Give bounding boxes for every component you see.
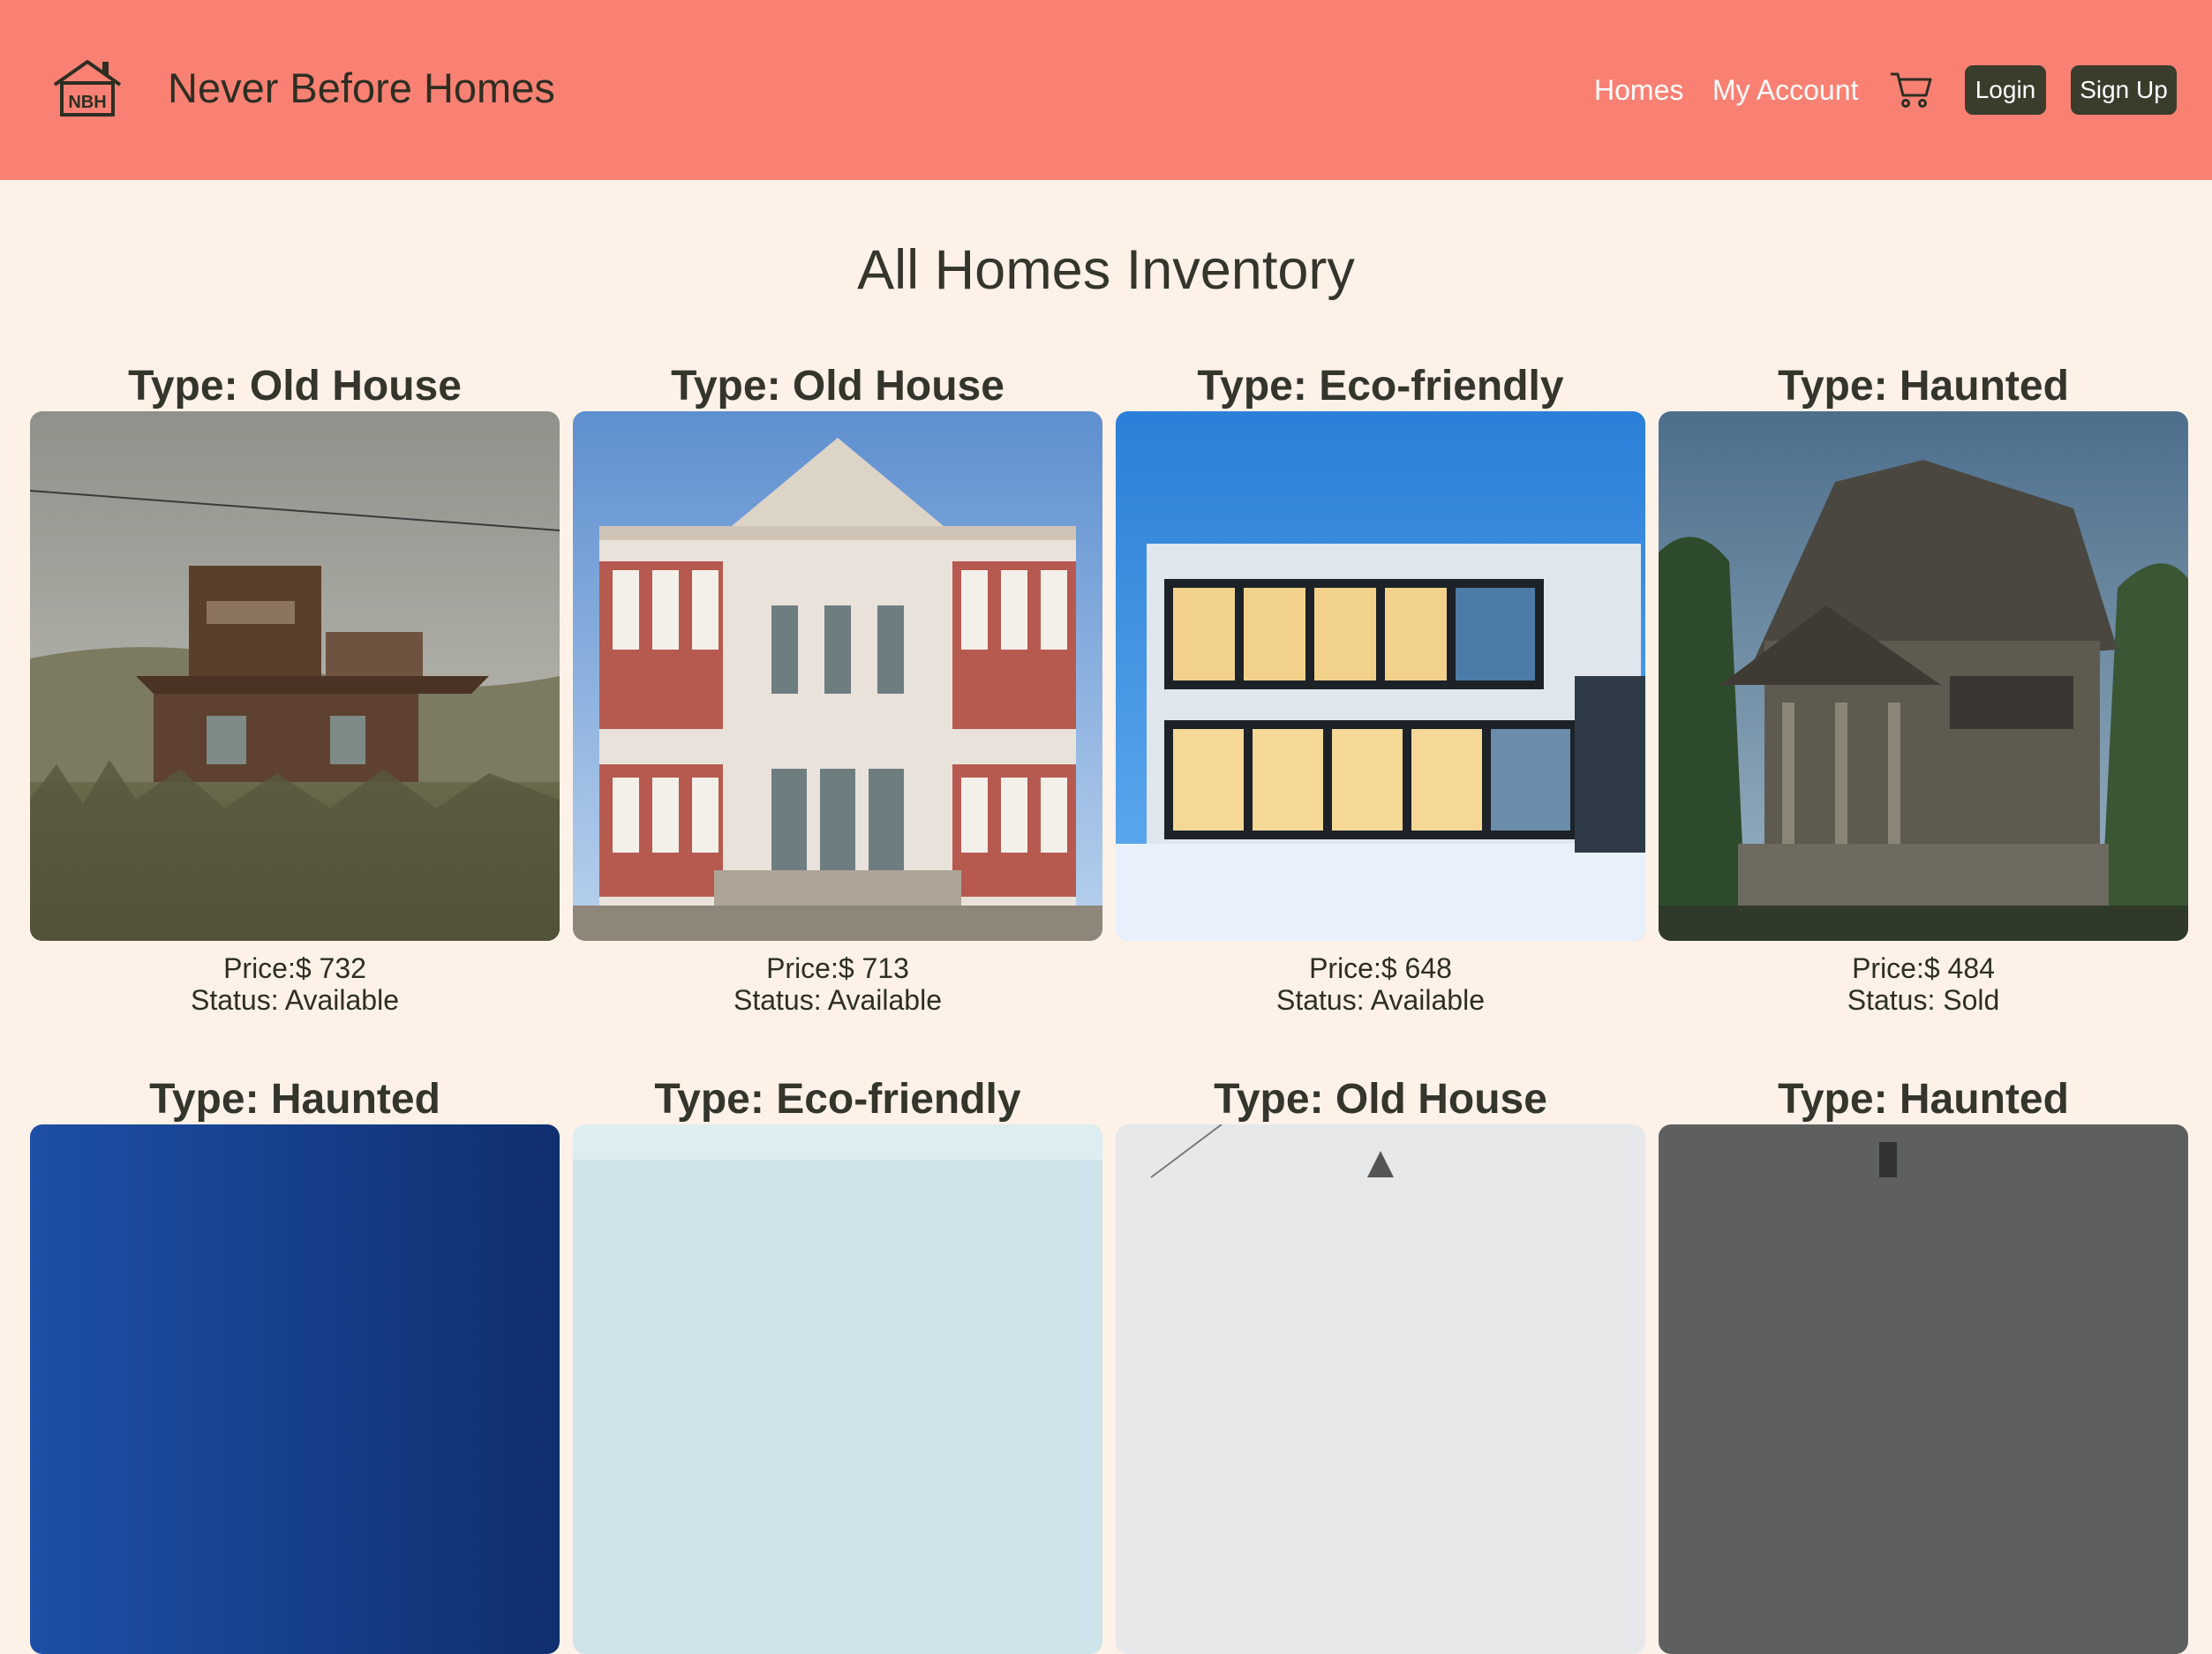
- brand-name[interactable]: Never Before Homes: [168, 62, 555, 115]
- home-type-heading: Type: Haunted: [149, 1076, 440, 1123]
- nav-my-account-link[interactable]: My Account: [1712, 64, 1858, 117]
- old-house-photo[interactable]: [1116, 1124, 1645, 1654]
- nav-homes-link[interactable]: Homes: [1594, 64, 1683, 117]
- home-type-heading: Type: Old House: [128, 363, 462, 410]
- home-type-heading: Type: Old House: [671, 363, 1004, 410]
- login-button[interactable]: Login: [1965, 65, 2046, 115]
- home-price: Price:$ 713: [766, 952, 909, 984]
- home-price: Price:$ 648: [1309, 952, 1452, 984]
- sign-up-button[interactable]: Sign Up: [2071, 65, 2177, 115]
- old-house-photo[interactable]: [30, 411, 560, 941]
- home-price: Price:$ 484: [1852, 952, 1995, 984]
- haunted-house-photo[interactable]: [30, 1124, 560, 1654]
- home-type-heading: Type: Old House: [1214, 1076, 1547, 1123]
- eco-friendly-house-photo[interactable]: [573, 1124, 1102, 1654]
- home-status: Status: Available: [1275, 984, 1485, 1016]
- svg-text:NBH: NBH: [68, 93, 106, 112]
- haunted-house-photo[interactable]: [1659, 411, 2188, 941]
- shopping-cart-icon[interactable]: [1889, 71, 1933, 109]
- home-type-heading: Type: Eco-friendly: [1197, 363, 1564, 410]
- home-type-heading: Type: Haunted: [1778, 1076, 2069, 1123]
- eco-friendly-house-photo[interactable]: [1116, 411, 1645, 941]
- page-title: All Homes Inventory: [857, 239, 1355, 301]
- home-status: Status: Available: [190, 984, 399, 1016]
- home-type-heading: Type: Eco-friendly: [654, 1076, 1021, 1123]
- old-mansion-photo[interactable]: [573, 411, 1102, 941]
- home-status: Status: Sold: [1847, 984, 2000, 1016]
- home-type-heading: Type: Haunted: [1778, 363, 2069, 410]
- house-logo-icon[interactable]: NBH: [49, 56, 125, 118]
- haunted-house-photo[interactable]: [1659, 1124, 2188, 1654]
- home-price: Price:$ 732: [223, 952, 366, 984]
- site-header: NBH Never Before Homes Homes My Account …: [0, 0, 2212, 180]
- home-status: Status: Available: [733, 984, 942, 1016]
